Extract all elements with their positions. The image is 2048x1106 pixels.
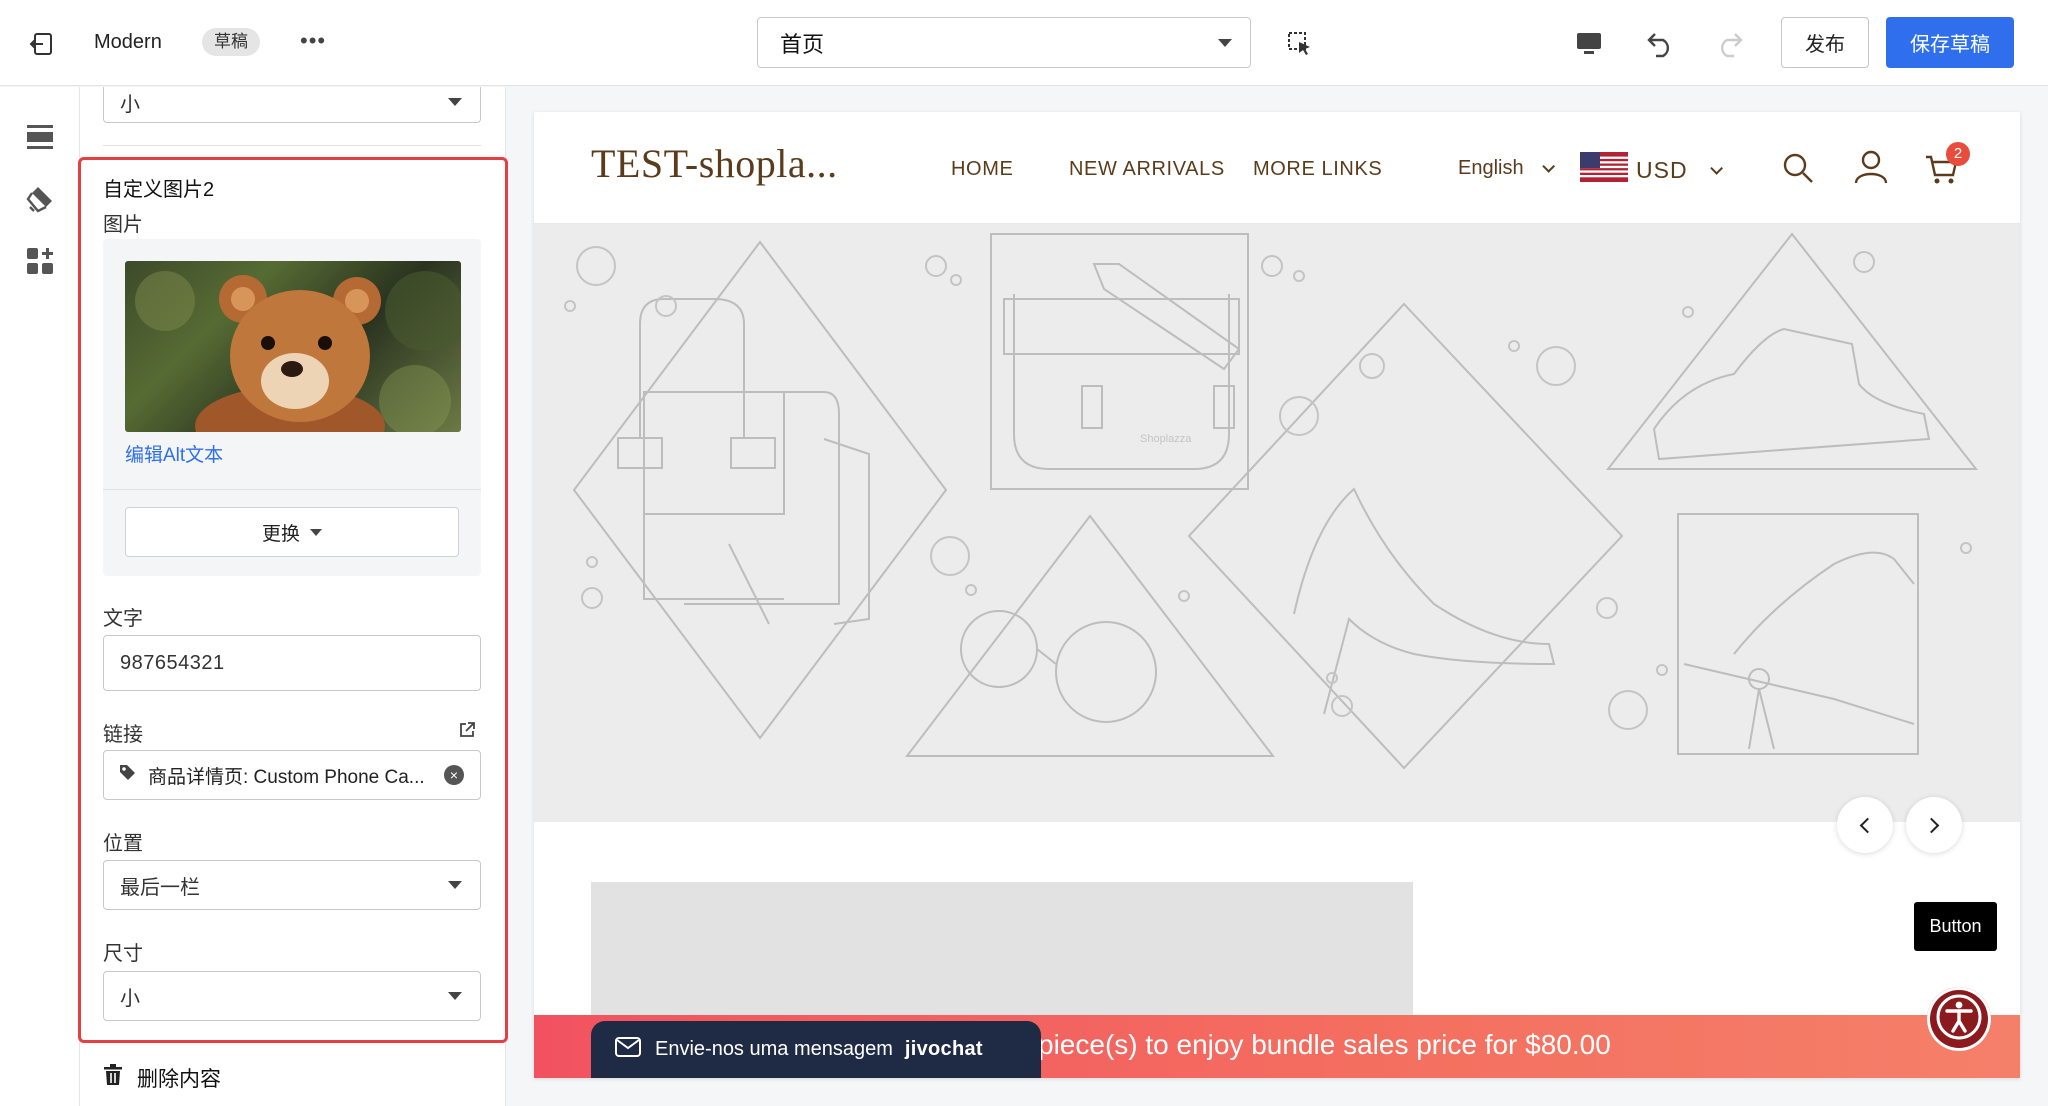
exit-icon[interactable] xyxy=(26,28,58,60)
chevron-down-icon xyxy=(1709,161,1723,175)
mail-icon xyxy=(615,1037,641,1062)
theme-name: Modern xyxy=(94,31,162,53)
divider xyxy=(103,145,481,146)
chat-brand: jivochat xyxy=(904,1038,983,1060)
floating-button-label: Button xyxy=(1929,916,1982,936)
search-icon[interactable] xyxy=(1780,150,1816,186)
save-draft-button[interactable]: 保存草稿 xyxy=(1886,17,2014,68)
store-header: TEST-shopla... HOME NEW ARRIVALS MORE LI… xyxy=(534,112,2020,224)
chat-label: Envie-nos uma mensagem xyxy=(655,1038,893,1060)
cart-count-badge: 2 xyxy=(1946,142,1970,166)
currency-select[interactable]: USD xyxy=(1580,152,1723,188)
store-title[interactable]: TEST-shopla... xyxy=(591,140,838,187)
publish-button[interactable]: 发布 xyxy=(1781,17,1869,68)
publish-label: 发布 xyxy=(1805,34,1845,56)
undo-icon[interactable] xyxy=(1644,26,1678,60)
us-flag-icon xyxy=(1580,152,1628,188)
accessibility-button[interactable] xyxy=(1927,987,1991,1051)
inspect-select-icon[interactable] xyxy=(1286,30,1314,58)
promo-text: piece(s) to enjoy bundle sales price for… xyxy=(1038,1029,1611,1060)
more-options-button[interactable]: ••• xyxy=(300,28,326,54)
slider-prev-button[interactable] xyxy=(1837,797,1893,853)
chevron-left-icon xyxy=(1859,817,1876,833)
chevron-down-icon xyxy=(1541,160,1555,173)
top-bar: Modern 草稿 ••• 首页 发布 保存草稿 xyxy=(0,0,2048,86)
nav-home[interactable]: HOME xyxy=(951,158,1013,181)
language-value: English xyxy=(1458,157,1524,179)
trash-icon xyxy=(103,1064,123,1092)
previous-size-select[interactable]: 小 xyxy=(103,87,481,123)
slider-next-button[interactable] xyxy=(1906,797,1962,853)
selected-block-highlight xyxy=(78,157,508,1043)
sections-icon[interactable] xyxy=(24,121,56,153)
left-rail xyxy=(0,87,80,1106)
chevron-right-icon xyxy=(1923,817,1940,833)
apps-add-icon[interactable] xyxy=(24,245,56,277)
page-select[interactable]: 首页 xyxy=(757,17,1251,68)
nav-more-links[interactable]: MORE LINKS xyxy=(1253,158,1382,181)
store-preview: TEST-shopla... HOME NEW ARRIVALS MORE LI… xyxy=(534,112,2020,1078)
page-select-value: 首页 xyxy=(780,31,825,57)
language-select[interactable]: English xyxy=(1458,157,1555,180)
chevron-down-icon xyxy=(448,98,462,106)
hero-illustration: Shoplazza xyxy=(564,232,1979,770)
hero-banner: Shoplazza xyxy=(534,224,2020,822)
image-placeholder xyxy=(591,882,1413,1032)
delete-content-label: 删除内容 xyxy=(137,1068,221,1091)
draft-badge: 草稿 xyxy=(202,28,260,56)
previous-size-value: 小 xyxy=(120,93,140,116)
bag-brand-text: Shoplazza xyxy=(1140,433,1192,445)
nav-new-arrivals[interactable]: NEW ARRIVALS xyxy=(1069,158,1225,181)
currency-value: USD xyxy=(1636,156,1688,183)
theme-style-brush-icon[interactable] xyxy=(24,183,56,215)
floating-button[interactable]: Button xyxy=(1914,902,1997,951)
save-draft-label: 保存草稿 xyxy=(1910,34,1990,56)
accessibility-icon xyxy=(1935,993,1983,1046)
desktop-preview-icon[interactable] xyxy=(1572,26,1606,60)
delete-content-button[interactable]: 删除内容 xyxy=(103,1063,221,1093)
redo-icon[interactable] xyxy=(1712,26,1746,60)
chevron-down-icon xyxy=(1218,38,1232,47)
chat-widget-button[interactable]: Envie-nos uma mensagem jivochat xyxy=(591,1021,1041,1078)
account-icon[interactable] xyxy=(1852,148,1890,186)
